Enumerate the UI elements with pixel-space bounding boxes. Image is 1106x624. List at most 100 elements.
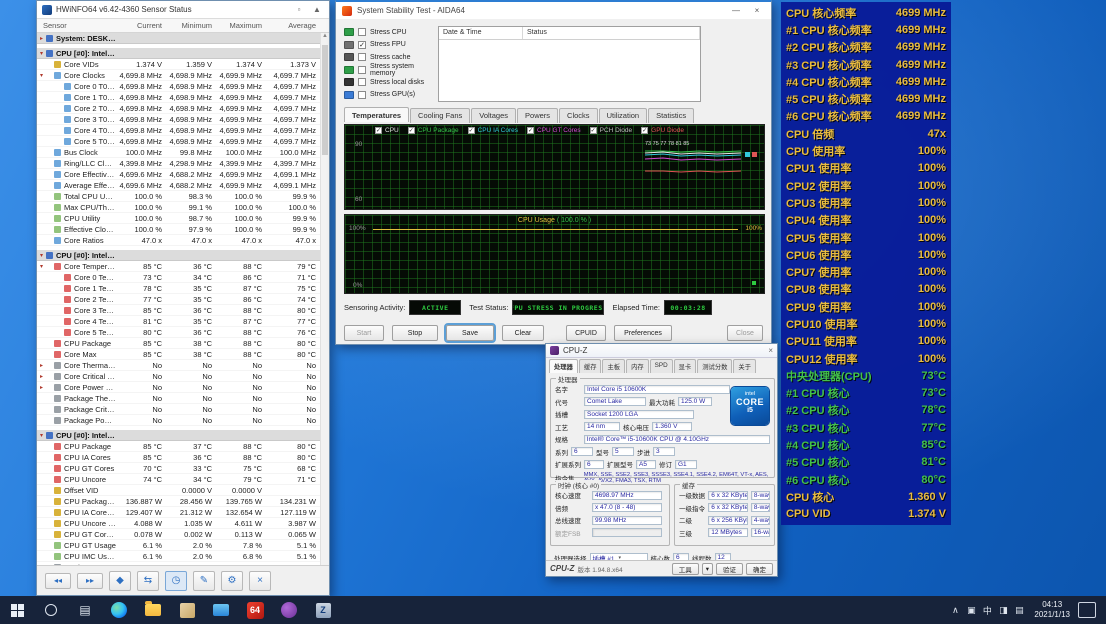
cpuz-tab[interactable]: 处理器 — [549, 359, 578, 373]
stress-option[interactable]: ✓ Stress FPU — [344, 39, 438, 52]
sensor-row[interactable]: Core 1 T0 Clock (perf #2/3) 4,699.8 MHz … — [37, 92, 320, 103]
toolbar-button[interactable]: × — [249, 571, 271, 591]
sensor-row[interactable]: Package Power Limit Exceeded No No No No — [37, 415, 320, 426]
restore-icon[interactable]: ▫ — [292, 5, 306, 14]
sst-button[interactable]: Clear — [502, 325, 544, 341]
sensor-row[interactable]: Core 4 Temperature 81 °C 35 °C 87 °C 77 … — [37, 316, 320, 327]
sensor-row[interactable]: ▸ Core Thermal Throttling No No No No — [37, 360, 320, 371]
tools-button[interactable]: 工具 — [672, 563, 699, 575]
checkbox[interactable] — [358, 28, 366, 36]
hardware-app-button[interactable]: Z — [310, 597, 336, 623]
sensor-row[interactable]: ▸ System: DESKTOP-PC (ASUS PRIME Z490-P) — [37, 33, 320, 44]
sensor-row[interactable]: CPU Utility 100.0 % 98.7 % 100.0 % 99.9 … — [37, 213, 320, 224]
sensor-row[interactable]: Core 3 T0 Clock (perf #4/7) 4,699.8 MHz … — [37, 114, 320, 125]
log-column-status[interactable]: Status — [523, 27, 700, 39]
validate-button[interactable]: 验证 — [716, 563, 743, 575]
sensor-row[interactable]: ▸ Core Critical Temperature No No No No — [37, 371, 320, 382]
tray-icon[interactable]: ◨ — [996, 605, 1010, 616]
sst-button[interactable]: Start — [344, 325, 384, 341]
expander-icon[interactable]: ▾ — [37, 252, 46, 259]
mail-app-button[interactable] — [208, 597, 234, 623]
sensor-row[interactable]: Core 2 T0 Clock (perf #3/5) 4,699.8 MHz … — [37, 103, 320, 114]
sensor-row[interactable]: Core 0 T0 Clock (perf #1/1) 4,699.8 MHz … — [37, 81, 320, 92]
sensor-row[interactable]: Core 1 Temperature 78 °C 35 °C 87 °C 75 … — [37, 283, 320, 294]
tray-icon[interactable]: 中 — [980, 604, 994, 617]
toolbar-button[interactable]: ▸▸ — [77, 573, 103, 589]
sensor-row[interactable]: ▾ CPU [#0]: Intel Core i5-10600K: DTS — [37, 250, 320, 261]
sst-button[interactable]: Close — [727, 325, 763, 341]
sensor-row[interactable]: ▾ Core Clocks 4,699.8 MHz 4,698.9 MHz 4,… — [37, 70, 320, 81]
toolbar-button[interactable]: ◂◂ — [45, 573, 71, 589]
photos-app-button[interactable] — [174, 597, 200, 623]
column-average[interactable]: Average — [266, 21, 320, 30]
sst-tab[interactable]: Utilization — [599, 108, 648, 123]
task-view-button[interactable]: ▤ — [72, 597, 98, 623]
sensor-row[interactable]: ▾ Core Temperatures 85 °C 36 °C 88 °C 79… — [37, 261, 320, 272]
sst-button[interactable]: Stop — [392, 325, 438, 341]
sensor-row[interactable]: Core Effective Clocks 4,699.6 MHz 4,688.… — [37, 169, 320, 180]
sensor-row[interactable]: Average Effective Clock 4,699.6 MHz 4,68… — [37, 180, 320, 191]
sensor-row[interactable]: Total CPU Errors (WHEA) 0 0 0 0 — [37, 562, 320, 565]
cpuz-tab[interactable]: 测试分数 — [697, 359, 732, 373]
sensor-row[interactable]: CPU Package 85 °C 38 °C 88 °C 80 °C — [37, 338, 320, 349]
sensor-row[interactable]: CPU Package Power 136.887 W 28.456 W 139… — [37, 496, 320, 507]
sensor-row[interactable]: CPU Uncore Power 4.088 W 1.035 W 4.611 W… — [37, 518, 320, 529]
toolbar-button[interactable]: ✎ — [193, 571, 215, 591]
sensor-row[interactable]: CPU GT Usage 6.1 % 2.0 % 7.8 % 5.1 % — [37, 540, 320, 551]
aida64-taskbar-button[interactable]: 64 — [242, 597, 268, 623]
test-log-list[interactable]: Date & Time Status — [438, 26, 701, 102]
expander-icon[interactable]: ▾ — [37, 263, 46, 270]
sensor-row[interactable]: Package Critical Temperature No No No No — [37, 404, 320, 415]
pin-icon[interactable]: ▲ — [310, 5, 324, 14]
column-maximum[interactable]: Maximum — [216, 21, 266, 30]
sensor-row[interactable]: CPU GT Cores 70 °C 33 °C 75 °C 68 °C — [37, 463, 320, 474]
close-icon[interactable]: × — [749, 6, 765, 15]
sensor-row[interactable]: Total CPU Usage 100.0 % 98.3 % 100.0 % 9… — [37, 191, 320, 202]
tray-icon[interactable]: ▤ — [1012, 605, 1026, 616]
sst-tab[interactable]: Voltages — [471, 108, 516, 123]
cpuz-tab[interactable]: 缓存 — [579, 359, 602, 373]
sst-button[interactable]: CPUID — [566, 325, 606, 341]
column-minimum[interactable]: Minimum — [166, 21, 216, 30]
column-current[interactable]: Current — [116, 21, 166, 30]
sensor-row[interactable]: Core Ratios 47.0 x 47.0 x 47.0 x 47.0 x — [37, 235, 320, 246]
sensor-row[interactable]: Offset VID 0.0000 V 0.0000 V — [37, 485, 320, 496]
sensor-row[interactable]: CPU IMC Usage 6.1 % 2.0 % 6.8 % 5.1 % — [37, 551, 320, 562]
hwinfo-titlebar[interactable]: HWiNFO64 v6.42-4360 Sensor Status ▫ ▲ — [37, 1, 329, 19]
sst-button[interactable]: Preferences — [614, 325, 672, 341]
cpuz-tab[interactable]: SPD — [650, 359, 673, 373]
expander-icon[interactable]: ▸ — [37, 384, 46, 391]
expander-icon[interactable]: ▸ — [37, 362, 46, 369]
sensor-row[interactable]: Core 0 Temperature 73 °C 34 °C 86 °C 71 … — [37, 272, 320, 283]
sensor-row[interactable]: ▾ CPU [#0]: Intel Core i5-10600K: Enhanc… — [37, 48, 320, 59]
checkbox[interactable] — [358, 53, 366, 61]
checkbox[interactable] — [358, 66, 366, 74]
cpuz-tab[interactable]: 显卡 — [674, 359, 697, 373]
sst-button[interactable]: Save — [446, 325, 494, 341]
tray-icon[interactable]: ▣ — [964, 605, 978, 616]
sensor-row[interactable]: Core 5 Temperature 80 °C 36 °C 88 °C 76 … — [37, 327, 320, 338]
sst-titlebar[interactable]: System Stability Test - AIDA64 — × — [336, 2, 771, 19]
checkbox[interactable] — [358, 91, 366, 99]
minimize-icon[interactable]: — — [728, 6, 744, 15]
close-icon[interactable]: × — [768, 346, 773, 355]
sensor-row[interactable]: Bus Clock 100.0 MHz 99.8 MHz 100.0 MHz 1… — [37, 147, 320, 158]
start-button[interactable] — [4, 597, 30, 623]
sensor-row[interactable]: ▸ Core Power Limit Exceeded No No No No — [37, 382, 320, 393]
notification-center-button[interactable] — [1078, 602, 1096, 618]
expander-icon[interactable]: ▾ — [37, 50, 46, 57]
sensor-row[interactable]: Core Max 85 °C 38 °C 88 °C 80 °C — [37, 349, 320, 360]
sensor-row[interactable]: Core 2 Temperature 77 °C 35 °C 86 °C 74 … — [37, 294, 320, 305]
stress-option[interactable]: Stress system memory — [344, 64, 438, 77]
sensor-row[interactable]: CPU Package 85 °C 37 °C 88 °C 80 °C — [37, 441, 320, 452]
file-explorer-button[interactable] — [140, 597, 166, 623]
stress-option[interactable]: Stress cache — [344, 51, 438, 64]
sst-tab[interactable]: Statistics — [648, 108, 694, 123]
scrollbar-thumb[interactable] — [322, 45, 328, 155]
expander-icon[interactable]: ▾ — [37, 72, 46, 79]
expander-icon[interactable]: ▸ — [37, 373, 46, 380]
tray-chevron-icon[interactable]: ∧ — [948, 605, 962, 616]
search-button[interactable] — [38, 597, 64, 623]
taskbar-clock[interactable]: 04:13 2021/1/13 — [1034, 600, 1070, 620]
cpuz-tab[interactable]: 关于 — [733, 359, 756, 373]
